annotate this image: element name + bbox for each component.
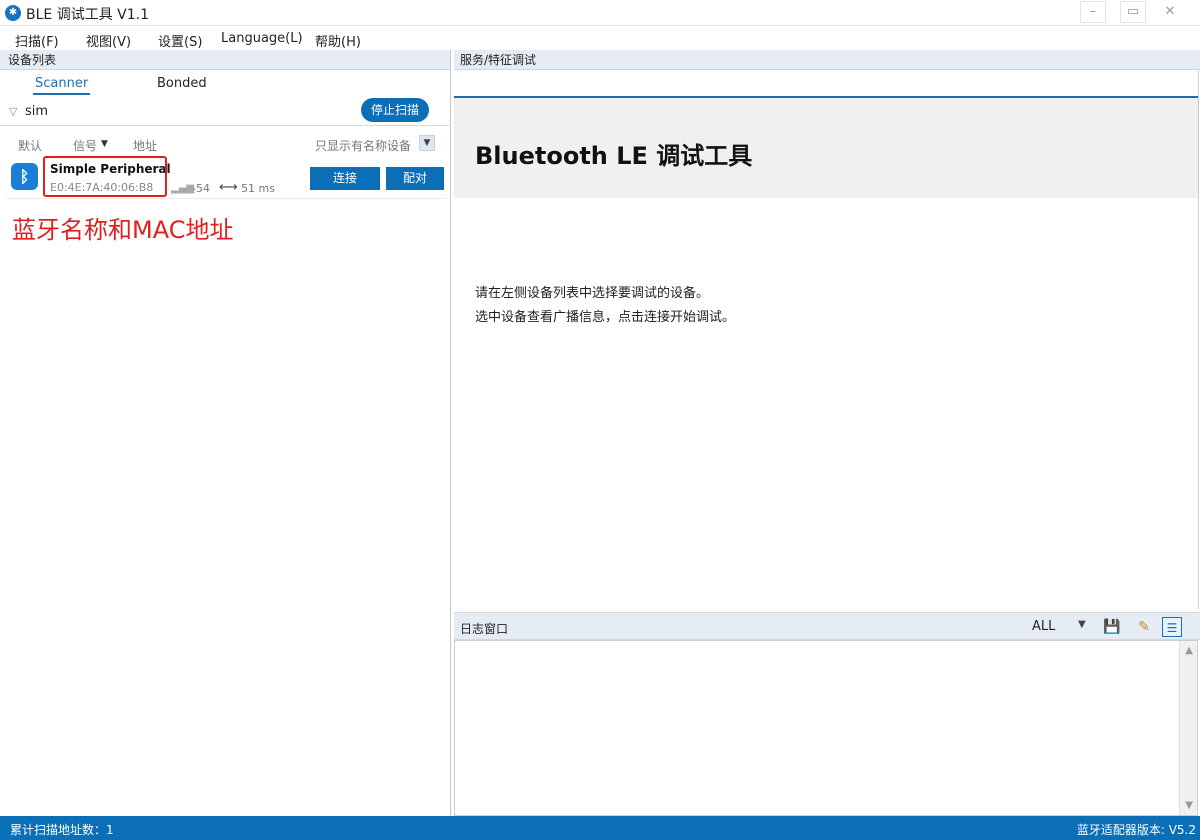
close-button[interactable]: ✕ [1157,1,1183,23]
hero-title: Bluetooth LE 调试工具 [475,142,753,170]
device-list-header: 设备列表 [0,50,450,70]
scroll-up-icon[interactable]: ▲ [1185,645,1193,656]
menu-help[interactable]: 帮助(H) [315,31,361,50]
tab-bonded[interactable]: Bonded [157,76,207,91]
sort-row: 默认 信号 ▼ 地址 只显示有名称设备 ▼ [0,134,451,156]
only-named-dropdown[interactable]: ▼ [419,135,435,151]
instruction-line-1: 请在左侧设备列表中选择要调试的设备。 [475,286,710,301]
annotation-label: 蓝牙名称和MAC地址 [12,216,234,244]
connect-button[interactable]: 连接 [310,167,380,190]
filter-row: ▽ sim 停止扫描 [0,98,451,126]
status-bar: 累计扫描地址数：1 蓝牙适配器版本: V5.2 [0,816,1200,840]
service-panel-header: 服务/特征调试 [454,50,1200,70]
chevron-down-icon[interactable]: ▼ [1078,619,1086,630]
log-title: 日志窗口 [460,622,509,636]
menu-view[interactable]: 视图(V) [86,31,131,50]
pair-button[interactable]: 配对 [386,167,444,190]
log-level-select[interactable]: ALL [1032,619,1055,634]
sort-down-icon: ▼ [101,139,108,149]
panel-border [1198,70,1199,610]
only-named-label: 只显示有名称设备 [315,139,412,153]
bluetooth-icon: ᛒ [11,163,38,190]
edit-icon[interactable]: ✎ [1134,617,1154,637]
tab-scanner[interactable]: Scanner [33,76,91,95]
sort-address[interactable]: 地址 [133,137,157,154]
menu-bar: 扫描(F) 视图(V) 设置(S) Language(L) 帮助(H) [0,26,1200,50]
menu-language[interactable]: Language(L) [221,31,303,46]
instructions: 请在左侧设备列表中选择要调试的设备。 选中设备查看广播信息，点击连接开始调试。 [475,282,735,330]
device-list-panel: 设备列表 Scanner Bonded ▽ sim 停止扫描 默认 信号 ▼ 地… [0,50,451,816]
maximize-button[interactable]: ▭ [1120,1,1146,23]
menu-settings[interactable]: 设置(S) [158,31,202,50]
instruction-line-2: 选中设备查看广播信息，点击连接开始调试。 [475,310,736,325]
annotation-highlight-box [43,156,167,197]
sort-default[interactable]: 默认 [18,137,42,154]
interval-arrows-icon: ⟷ [219,180,238,195]
signal-strength-icon: ▂▄▆ [171,183,195,194]
save-icon[interactable]: 💾 [1102,617,1122,637]
document-icon[interactable]: ☰ [1162,617,1182,637]
adapter-version-status: 蓝牙适配器版本: V5.2 [1076,823,1196,837]
log-header: 日志窗口 ALL ▼ 💾 ✎ ☰ [454,612,1200,640]
window-title: BLE 调试工具 V1.1 [26,7,149,23]
minimize-button[interactable]: – [1080,1,1106,23]
menu-scan[interactable]: 扫描(F) [15,31,59,50]
scroll-down-icon[interactable]: ▼ [1185,800,1193,811]
stop-scan-button[interactable]: 停止扫描 [361,98,429,122]
filter-icon: ▽ [9,105,18,118]
title-bar: ✱ BLE 调试工具 V1.1 – ▭ ✕ [0,0,1200,26]
sort-signal[interactable]: 信号 [73,137,97,154]
device-list-item[interactable]: ᛒ Simple Peripheral E0:4E:7A:40:06:B8 ▂▄… [6,156,446,199]
log-output[interactable]: ▲ ▼ [454,640,1198,816]
bluetooth-app-icon: ✱ [5,5,21,21]
filter-input[interactable]: sim [25,104,48,119]
log-scrollbar[interactable]: ▲ ▼ [1179,641,1197,815]
device-interval: 51 ms [241,182,275,195]
hero-banner: Bluetooth LE 调试工具 [454,98,1198,198]
service-panel: 服务/特征调试 Bluetooth LE 调试工具 请在左侧设备列表中选择要调试… [454,50,1200,816]
log-panel: 日志窗口 ALL ▼ 💾 ✎ ☰ ▲ ▼ [454,612,1200,816]
device-rssi: -54 [192,182,210,195]
scan-count-status: 累计扫描地址数：1 [10,823,114,837]
